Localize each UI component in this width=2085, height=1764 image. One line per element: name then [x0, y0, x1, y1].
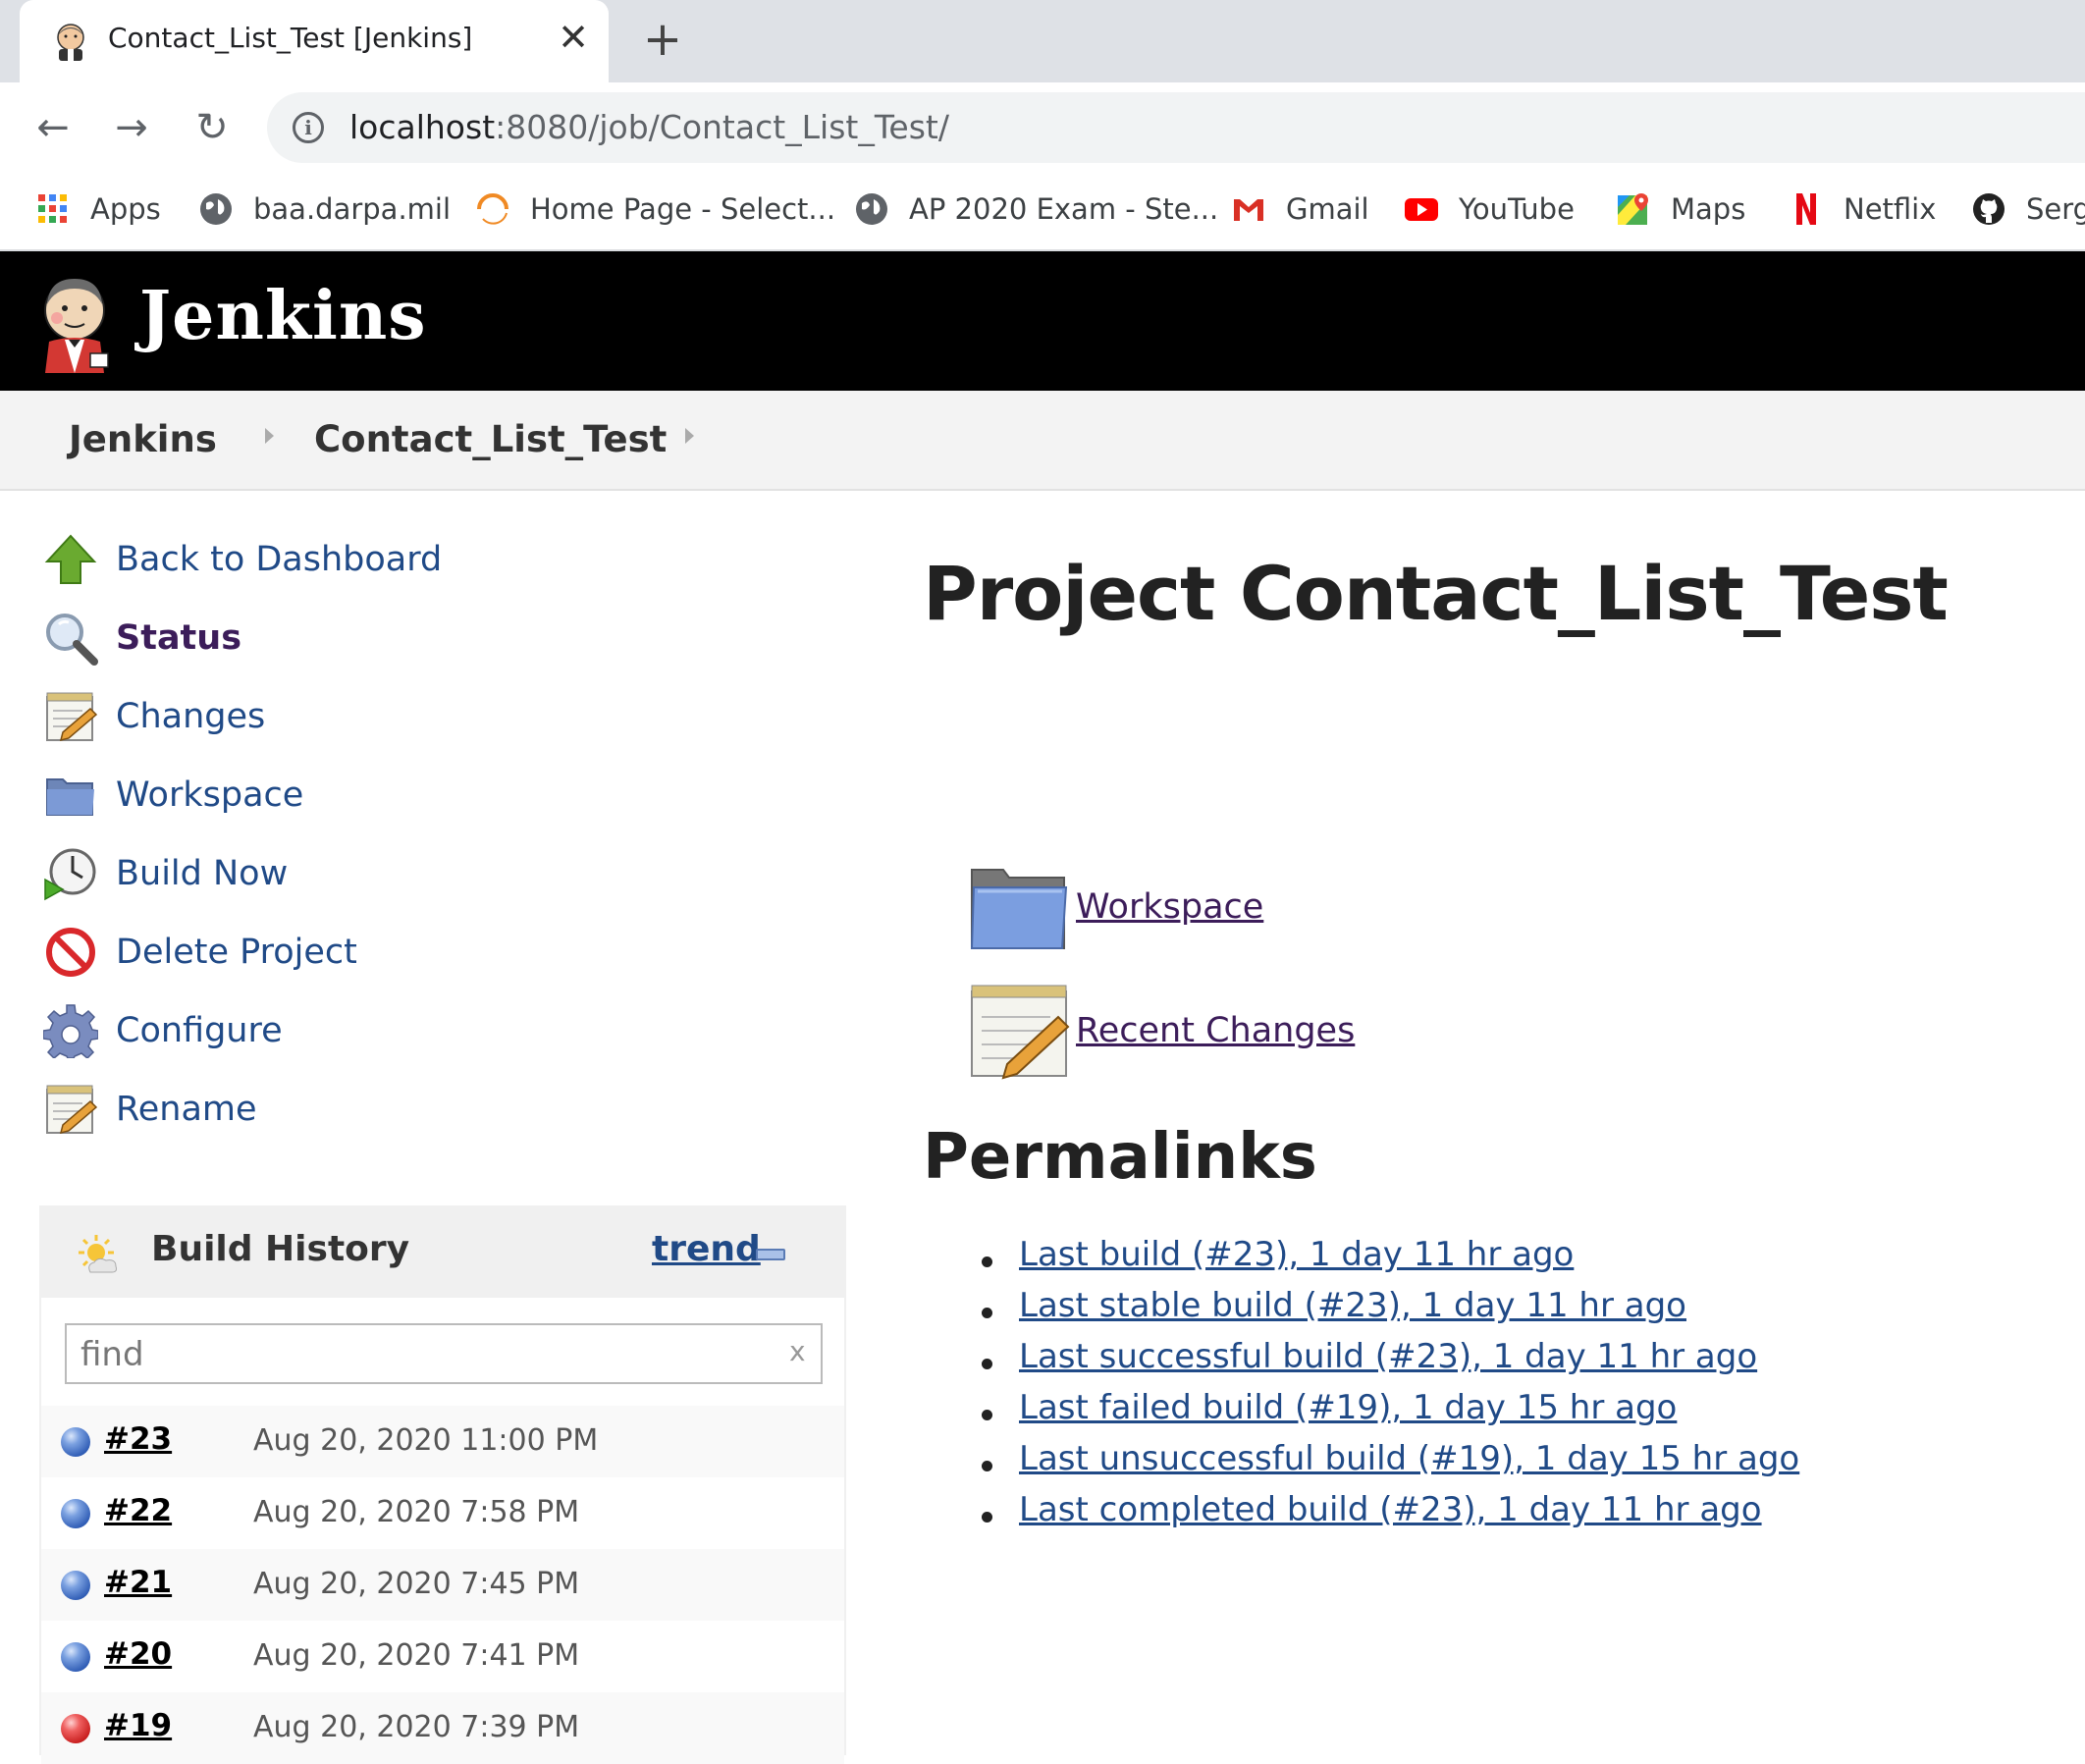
youtube-icon [1405, 198, 1438, 221]
bookmark-gmail[interactable]: Gmail [1231, 185, 1369, 234]
build-number-link[interactable]: #23 [104, 1421, 172, 1457]
build-row: #20 Aug 20, 2020 7:41 PM [41, 1621, 844, 1692]
permalinks-heading: Permalinks [923, 1121, 1317, 1194]
netflix-icon [1796, 193, 1816, 225]
permalink-last-stable-build[interactable]: Last stable build (#23), 1 day 11 hr ago [1019, 1286, 1686, 1325]
notepad-icon [46, 692, 98, 742]
github-icon [1973, 193, 2005, 225]
build-row: #22 Aug 20, 2020 7:58 PM [41, 1477, 844, 1549]
maps-icon [1618, 193, 1648, 225]
breadcrumb: Jenkins Contact_List_Test [0, 391, 2085, 491]
forward-arrow-icon[interactable]: → [106, 102, 157, 153]
success-ball-icon[interactable] [61, 1642, 90, 1672]
jenkins-title[interactable]: Jenkins [139, 277, 427, 355]
breadcrumb-jenkins[interactable]: Jenkins [69, 418, 217, 460]
tab-close-icon[interactable]: ✕ [552, 16, 595, 59]
task-changes[interactable]: Changes [43, 687, 265, 746]
globe-icon [200, 193, 232, 225]
build-date-link[interactable]: Aug 20, 2020 11:00 PM [253, 1423, 598, 1458]
browser-tab-active[interactable]: Contact_List_Test [Jenkins] ✕ [20, 0, 609, 82]
browser-tabstrip: Contact_List_Test [Jenkins] ✕ + [0, 0, 2085, 82]
magnifier-icon [46, 614, 98, 666]
reload-icon[interactable]: ↻ [187, 102, 238, 153]
build-number-link[interactable]: #19 [104, 1708, 172, 1743]
build-history-header: Build History trend [41, 1205, 844, 1298]
weather-sunny-icon [79, 1235, 117, 1273]
build-number-link[interactable]: #22 [104, 1493, 172, 1528]
bookmark-youtube[interactable]: YouTube [1404, 185, 1575, 234]
task-delete-project[interactable]: Delete Project [43, 923, 357, 982]
bookmark-ap-exam[interactable]: AP 2020 Exam - Ste... [854, 185, 1218, 234]
build-search-input[interactable] [80, 1333, 748, 1376]
build-date-link[interactable]: Aug 20, 2020 7:39 PM [253, 1710, 579, 1744]
address-bar[interactable]: i localhost:8080/job/Contact_List_Test/ [267, 92, 2085, 163]
globe-icon [856, 193, 887, 225]
breadcrumb-arrow-icon[interactable] [685, 428, 694, 444]
build-filter-field[interactable]: x [65, 1323, 823, 1384]
build-row: #21 Aug 20, 2020 7:45 PM [41, 1549, 844, 1621]
task-workspace[interactable]: Workspace [43, 766, 303, 825]
permalink-last-unsuccessful-build[interactable]: Last unsuccessful build (#19), 1 day 15 … [1019, 1439, 1799, 1478]
build-date-link[interactable]: Aug 20, 2020 7:45 PM [253, 1567, 579, 1601]
task-status[interactable]: Status [43, 609, 241, 668]
browser-tab-title: Contact_List_Test [Jenkins] [108, 22, 473, 54]
no-entry-icon [46, 928, 95, 977]
url-text[interactable]: localhost:8080/job/Contact_List_Test/ [349, 108, 949, 146]
gmail-icon [1234, 199, 1263, 221]
bookmark-maps[interactable]: Maps [1616, 185, 1745, 234]
folder-icon [46, 778, 94, 816]
folder-icon [970, 869, 1068, 949]
build-history-title: Build History [151, 1229, 410, 1269]
build-date-link[interactable]: Aug 20, 2020 7:58 PM [253, 1495, 579, 1529]
bookmark-apps[interactable]: Apps [35, 185, 161, 234]
permalink-last-completed-build[interactable]: Last completed build (#23), 1 day 11 hr … [1019, 1490, 1762, 1529]
task-back-to-dashboard[interactable]: Back to Dashboard [43, 530, 442, 589]
task-build-now[interactable]: Build Now [43, 844, 288, 903]
build-date-link[interactable]: Aug 20, 2020 7:41 PM [253, 1638, 579, 1673]
build-history-pane: Build History trend x #23 Aug 20, 2020 1… [39, 1205, 846, 1764]
build-row: #23 Aug 20, 2020 11:00 PM [41, 1406, 844, 1477]
browser-toolbar: ← → ↻ i localhost:8080/job/Contact_List_… [0, 82, 2085, 173]
spinner-icon [477, 193, 508, 225]
site-info-icon[interactable]: i [293, 112, 324, 143]
bookmark-baa-darpa[interactable]: baa.darpa.mil [198, 185, 451, 234]
up-arrow-icon [44, 534, 97, 584]
back-arrow-icon[interactable]: ← [27, 102, 79, 153]
permalink-last-build[interactable]: Last build (#23), 1 day 11 hr ago [1019, 1235, 1574, 1274]
build-number-link[interactable]: #20 [104, 1636, 172, 1672]
jenkins-butler-logo-icon[interactable] [35, 271, 114, 373]
bookmark-netflix[interactable]: Netflix [1789, 185, 1936, 234]
bookmark-serg[interactable]: Serg [1971, 185, 2085, 234]
permalink-last-failed-build[interactable]: Last failed build (#19), 1 day 15 hr ago [1019, 1388, 1677, 1427]
success-ball-icon[interactable] [61, 1571, 90, 1600]
apps-grid-icon [38, 194, 67, 223]
page-title: Project Contact_List_Test [923, 550, 1949, 637]
clock-play-icon [44, 848, 96, 901]
workspace-link[interactable]: Workspace [968, 858, 1263, 956]
breadcrumb-project[interactable]: Contact_List_Test [314, 418, 667, 460]
collapse-icon[interactable] [756, 1249, 785, 1260]
recent-changes-link[interactable]: Recent Changes [968, 982, 1355, 1080]
gear-icon [43, 1004, 98, 1058]
build-row: #19 Aug 20, 2020 7:39 PM [41, 1692, 844, 1764]
permalink-last-successful-build[interactable]: Last successful build (#23), 1 day 11 hr… [1019, 1337, 1757, 1376]
bookmarks-bar: Apps baa.darpa.mil Home Page - Select...… [0, 173, 2085, 251]
clear-filter-icon[interactable]: x [789, 1335, 806, 1367]
task-rename[interactable]: Rename [43, 1080, 257, 1139]
task-configure[interactable]: Configure [43, 1001, 283, 1060]
notepad-icon [46, 1085, 98, 1135]
success-ball-icon[interactable] [61, 1499, 90, 1528]
trend-link[interactable]: trend [652, 1229, 761, 1269]
bookmark-home-page[interactable]: Home Page - Select... [475, 185, 835, 234]
new-tab-icon[interactable]: + [638, 16, 687, 65]
build-number-link[interactable]: #21 [104, 1565, 172, 1600]
jenkins-header: Jenkins [0, 251, 2085, 391]
jenkins-favicon-icon [57, 24, 84, 61]
success-ball-icon[interactable] [61, 1427, 90, 1457]
breadcrumb-arrow-icon[interactable] [265, 428, 274, 444]
notepad-icon [971, 985, 1070, 1080]
failure-ball-icon[interactable] [61, 1714, 90, 1743]
